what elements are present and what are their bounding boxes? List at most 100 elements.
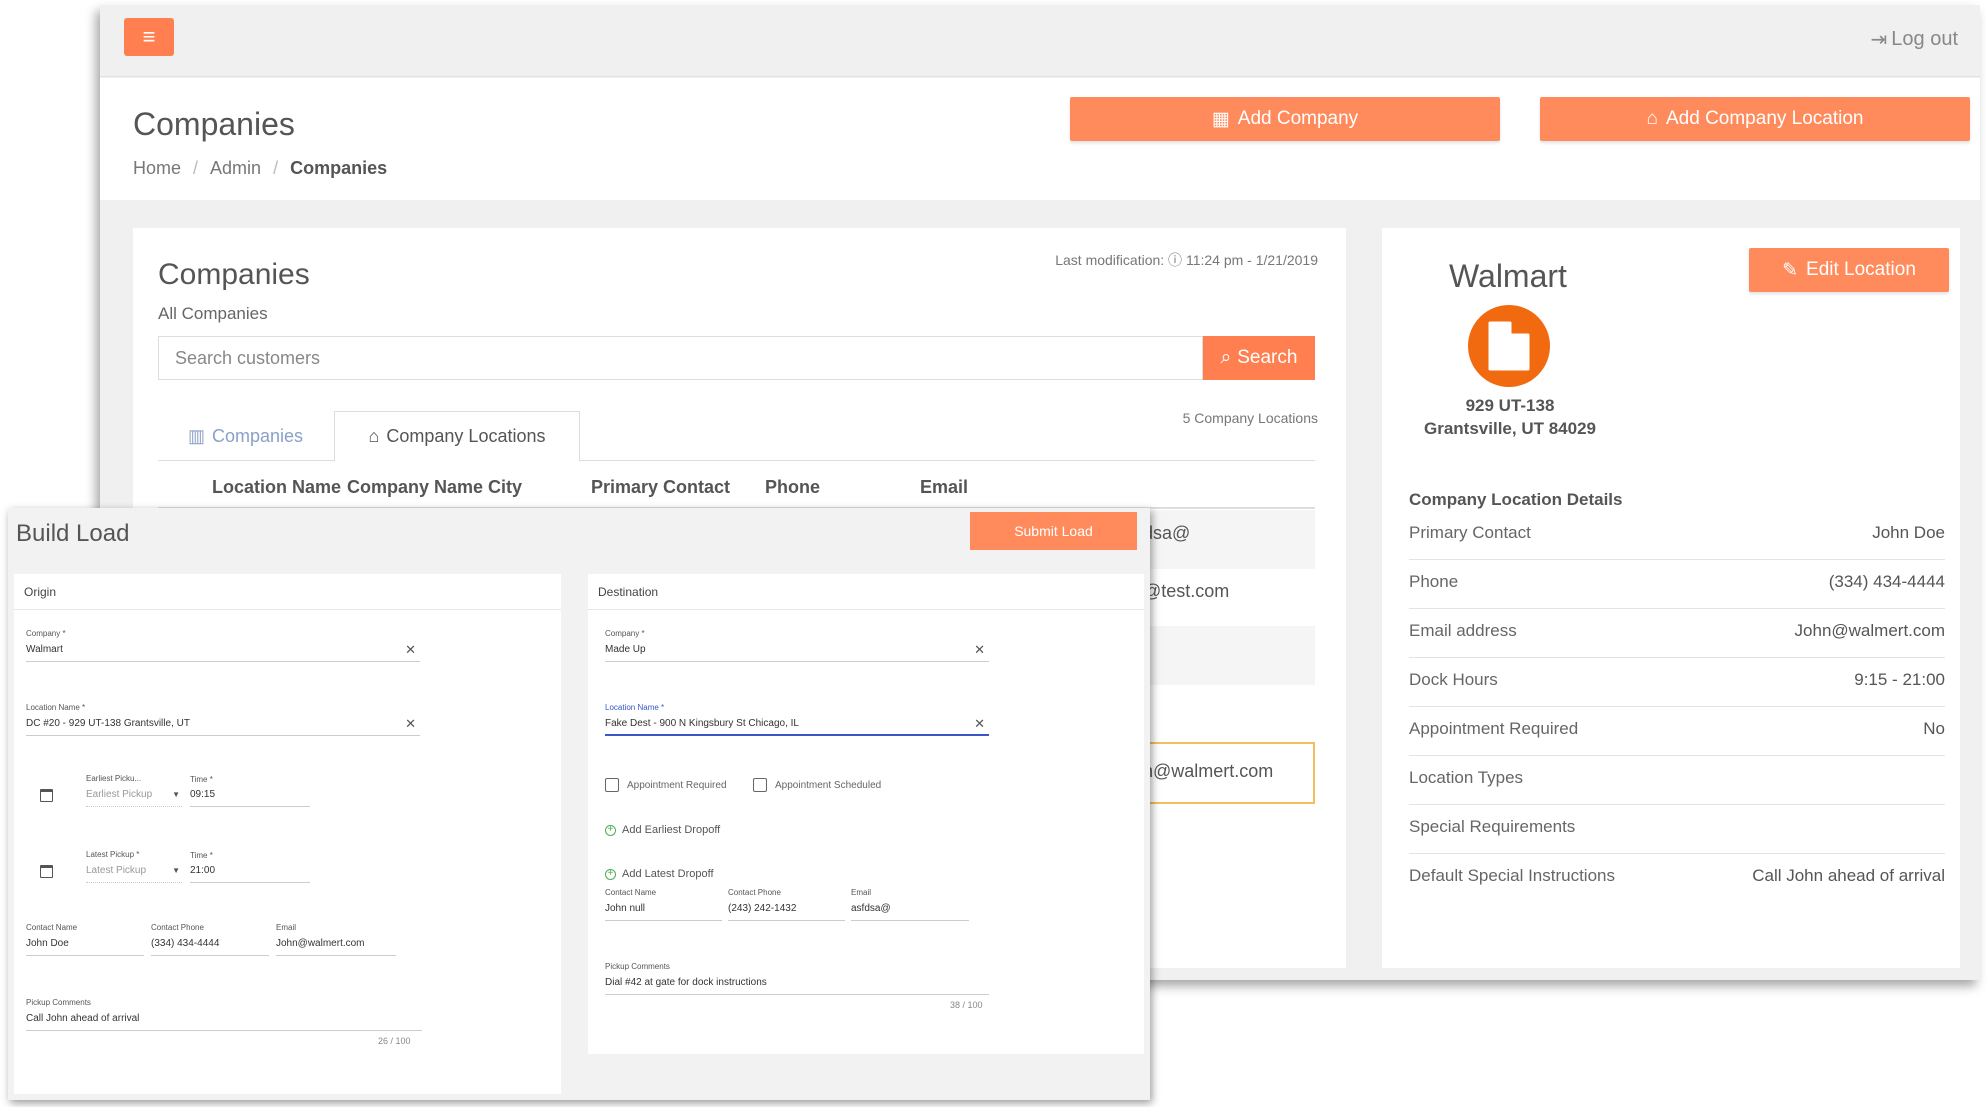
breadcrumb: Home / Admin / Companies	[133, 158, 387, 179]
calendar-icon[interactable]	[40, 789, 53, 802]
appointment-required-checkbox[interactable]	[605, 778, 619, 792]
earliest-time-field[interactable]: 09:15	[190, 785, 310, 807]
latest-time-field[interactable]: 21:00	[190, 861, 310, 883]
field-value: Latest Pickup	[86, 865, 147, 876]
pickup-comments-field[interactable]: Dial #42 at gate for dock instructions	[605, 973, 989, 995]
hamburger-icon: ≡	[142, 24, 156, 49]
field-value: (334) 434-4444	[151, 938, 220, 949]
field-label: Earliest Picku...	[86, 774, 142, 783]
logout-link[interactable]: ⇥ Log out	[1871, 27, 1959, 52]
detail-label: Primary Contact	[1409, 523, 1531, 542]
menu-button[interactable]: ≡	[124, 18, 174, 56]
email-cell: dsa@	[1143, 523, 1191, 543]
field-value: (243) 242-1432	[728, 903, 797, 914]
email-field[interactable]: John@walmert.com	[276, 934, 396, 956]
detail-row: Phone (334) 434-4444	[1409, 560, 1945, 609]
logout-label: Log out	[1891, 28, 1958, 50]
tab-label: Companies	[212, 426, 304, 446]
clear-icon[interactable]: ✕	[405, 716, 416, 732]
column-header[interactable]: Location Name	[212, 477, 341, 498]
detail-value: Call John ahead of arrival	[1752, 866, 1945, 885]
breadcrumb-home[interactable]: Home	[133, 158, 181, 179]
add-company-location-button[interactable]: ⌂ Add Company Location	[1540, 97, 1970, 141]
detail-value: 9:15 - 21:00	[1854, 670, 1945, 689]
field-label: Company *	[26, 629, 66, 638]
destination-location-field[interactable]: Fake Dest - 900 N Kingsbury St Chicago, …	[605, 714, 989, 736]
search-icon: ⌕	[1220, 347, 1232, 368]
field-label: Contact Name	[26, 923, 78, 932]
email-cell: n@walmert.com	[1143, 761, 1274, 781]
search-label: Search	[1237, 347, 1298, 368]
building-icon: ▦	[1211, 108, 1230, 130]
last-modification: Last modification: ⓘ 11:24 pm - 1/21/201…	[1055, 252, 1318, 268]
breadcrumb-separator: /	[193, 158, 199, 178]
field-label: Company *	[605, 629, 645, 638]
tab-company-locations[interactable]: ⌂ Company Locations	[334, 411, 580, 462]
address-line: Grantsville, UT 84029	[1424, 419, 1596, 438]
add-latest-dropoff-link[interactable]: + Add Latest Dropoff	[605, 868, 714, 880]
field-value: 21:00	[190, 865, 216, 876]
panel-subtitle: All Companies	[158, 304, 268, 323]
detail-row: Email address John@walmert.com	[1409, 609, 1945, 658]
column-header[interactable]: Primary Contact	[591, 477, 730, 498]
detail-label: Location Types	[1409, 768, 1524, 787]
state-logo-icon	[1468, 305, 1550, 387]
calendar-icon[interactable]	[40, 865, 53, 878]
build-load-title: Build Load	[16, 520, 130, 547]
field-value: Walmart	[26, 644, 63, 655]
search-button[interactable]: ⌕ Search	[1203, 336, 1315, 380]
top-bar: ≡ ⇥ Log out	[100, 5, 1980, 77]
edit-location-button[interactable]: ✎ Edit Location	[1749, 248, 1949, 292]
clear-icon[interactable]: ✕	[974, 716, 985, 732]
contact-phone-field[interactable]: (243) 242-1432	[728, 899, 845, 921]
field-label: Email	[851, 888, 872, 897]
column-header[interactable]: City	[488, 477, 522, 498]
add-earliest-dropoff-link[interactable]: + Add Earliest Dropoff	[605, 824, 720, 836]
char-counter: 38 / 100	[950, 1000, 983, 1010]
detail-row: Special Requirements	[1409, 805, 1945, 854]
submit-load-button[interactable]: Submit Load	[970, 512, 1137, 550]
clear-icon[interactable]: ✕	[405, 642, 416, 658]
checkbox-label: Appointment Required	[627, 780, 727, 791]
field-label: Contact Name	[605, 888, 657, 897]
contact-phone-field[interactable]: (334) 434-4444	[151, 934, 269, 956]
email-field[interactable]: asfdsa@	[851, 899, 969, 921]
field-value: 09:15	[190, 789, 216, 800]
contact-name-field[interactable]: John Doe	[26, 934, 144, 956]
contact-name-field[interactable]: John null	[605, 899, 722, 921]
email-cell: @test.com	[1143, 581, 1230, 601]
detail-label: Phone	[1409, 572, 1459, 591]
breadcrumb-separator: /	[273, 158, 279, 178]
detail-value: John Doe	[1872, 523, 1945, 542]
field-label: Location Name *	[605, 703, 665, 712]
pickup-comments-field[interactable]: Call John ahead of arrival	[26, 1009, 422, 1031]
add-company-button[interactable]: ▦ Add Company	[1070, 97, 1500, 141]
destination-company-field[interactable]: Made Up ✕	[605, 640, 989, 662]
detail-label: Special Requirements	[1409, 817, 1576, 836]
origin-location-field[interactable]: DC #20 - 929 UT-138 Grantsville, UT ✕	[26, 714, 420, 736]
tab-companies[interactable]: ▥ Companies	[188, 411, 303, 462]
field-label: Email	[276, 923, 297, 932]
column-header[interactable]: Email	[920, 477, 968, 498]
field-value: Earliest Pickup	[86, 789, 153, 800]
detail-value: No	[1923, 719, 1945, 738]
column-header[interactable]: Phone	[765, 477, 820, 498]
field-label: Time *	[190, 851, 213, 860]
build-load-window: Build Load Submit Load Origin Company * …	[8, 508, 1150, 1100]
latest-pickup-select[interactable]: Latest Pickup ▼	[86, 861, 182, 883]
origin-company-field[interactable]: Walmart ✕	[26, 640, 420, 662]
column-header[interactable]: Company Name	[347, 477, 483, 498]
appointment-scheduled-checkbox[interactable]	[753, 778, 767, 792]
panel-title: Companies	[158, 258, 310, 291]
search-input[interactable]	[158, 336, 1203, 380]
clear-icon[interactable]: ✕	[974, 642, 985, 658]
breadcrumb-current: Companies	[290, 158, 388, 178]
earliest-pickup-select[interactable]: Earliest Pickup ▼	[86, 785, 182, 807]
add-company-label: Add Company	[1237, 108, 1359, 129]
detail-label: Email address	[1409, 621, 1517, 640]
field-value: John Doe	[26, 938, 69, 949]
warehouse-icon: ⌂	[368, 426, 380, 446]
breadcrumb-admin[interactable]: Admin	[210, 158, 261, 179]
field-label: Latest Pickup *	[86, 850, 140, 859]
field-label: Time *	[190, 775, 213, 784]
